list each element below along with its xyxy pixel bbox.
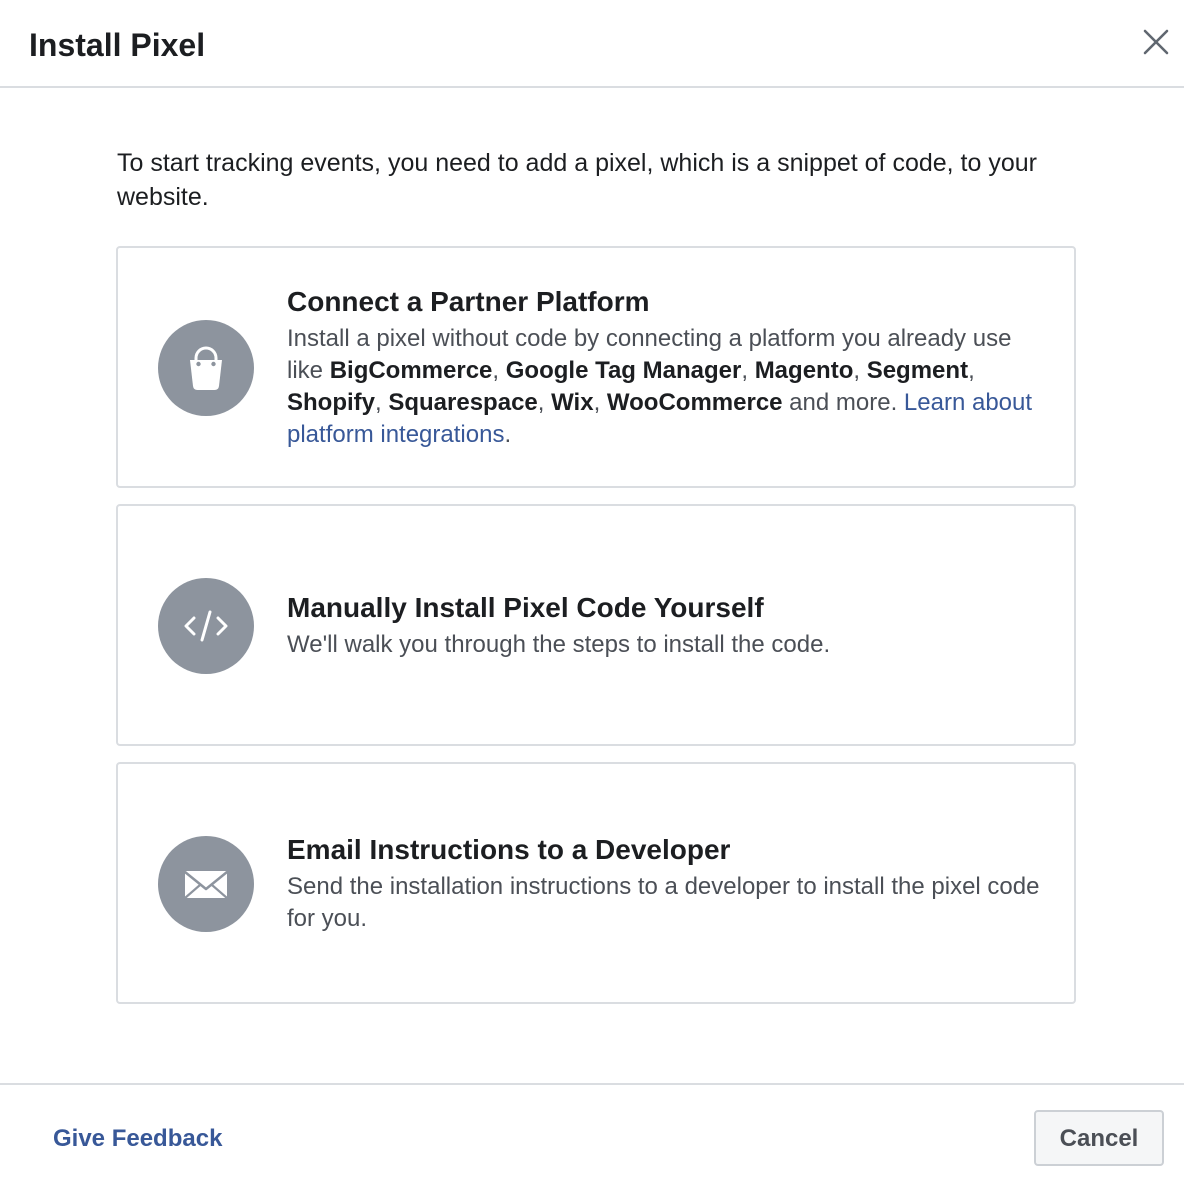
platform-name: Magento bbox=[754, 357, 854, 384]
dialog-header: Install Pixel bbox=[0, 0, 1184, 88]
separator: , bbox=[492, 357, 506, 384]
option-text: Connect a Partner Platform Install a pix… bbox=[287, 284, 1047, 451]
separator: , bbox=[853, 357, 867, 384]
code-icon bbox=[158, 578, 254, 674]
separator: , bbox=[741, 357, 755, 384]
dialog-title: Install Pixel bbox=[29, 27, 206, 63]
link-suffix: . bbox=[504, 421, 512, 448]
separator: , bbox=[593, 389, 607, 416]
option-email-developer[interactable]: Email Instructions to a Developer Send t… bbox=[116, 762, 1076, 1004]
envelope-icon bbox=[158, 836, 254, 932]
platform-name: WooCommerce bbox=[606, 389, 783, 416]
option-title: Email Instructions to a Developer bbox=[287, 834, 731, 865]
shopping-bag-icon bbox=[158, 320, 254, 416]
option-description: We'll walk you through the steps to inst… bbox=[287, 631, 831, 658]
option-text: Manually Install Pixel Code Yourself We'… bbox=[287, 590, 1047, 661]
option-description: Install a pixel without code by connecti… bbox=[287, 323, 1047, 451]
platform-name: Segment bbox=[866, 357, 969, 384]
close-button[interactable] bbox=[1138, 24, 1174, 60]
dialog-footer: Give Feedback Cancel bbox=[0, 1083, 1184, 1186]
option-title: Manually Install Pixel Code Yourself bbox=[287, 592, 764, 623]
cancel-button[interactable]: Cancel bbox=[1034, 1110, 1164, 1166]
platform-name: Google Tag Manager bbox=[505, 357, 742, 384]
platform-name: Squarespace bbox=[388, 389, 538, 416]
separator: , bbox=[537, 389, 552, 416]
install-pixel-dialog: Install Pixel To start tracking events, … bbox=[0, 0, 1184, 1186]
give-feedback-link[interactable]: Give Feedback bbox=[53, 1123, 222, 1155]
option-manual-install[interactable]: Manually Install Pixel Code Yourself We'… bbox=[116, 504, 1076, 746]
option-title: Connect a Partner Platform bbox=[287, 286, 650, 317]
separator: , bbox=[375, 389, 389, 416]
intro-text: To start tracking events, you need to ad… bbox=[117, 149, 1037, 211]
platform-name: BigCommerce bbox=[329, 357, 493, 384]
description-suffix: and more. bbox=[782, 389, 898, 416]
option-description: Send the installation instructions to a … bbox=[287, 873, 1040, 932]
platform-name: Wix bbox=[551, 389, 594, 416]
separator: , bbox=[968, 357, 975, 384]
close-icon bbox=[1143, 29, 1169, 55]
option-connect-partner-platform[interactable]: Connect a Partner Platform Install a pix… bbox=[116, 246, 1076, 488]
option-text: Email Instructions to a Developer Send t… bbox=[287, 832, 1047, 935]
platform-name: Shopify bbox=[287, 389, 375, 416]
